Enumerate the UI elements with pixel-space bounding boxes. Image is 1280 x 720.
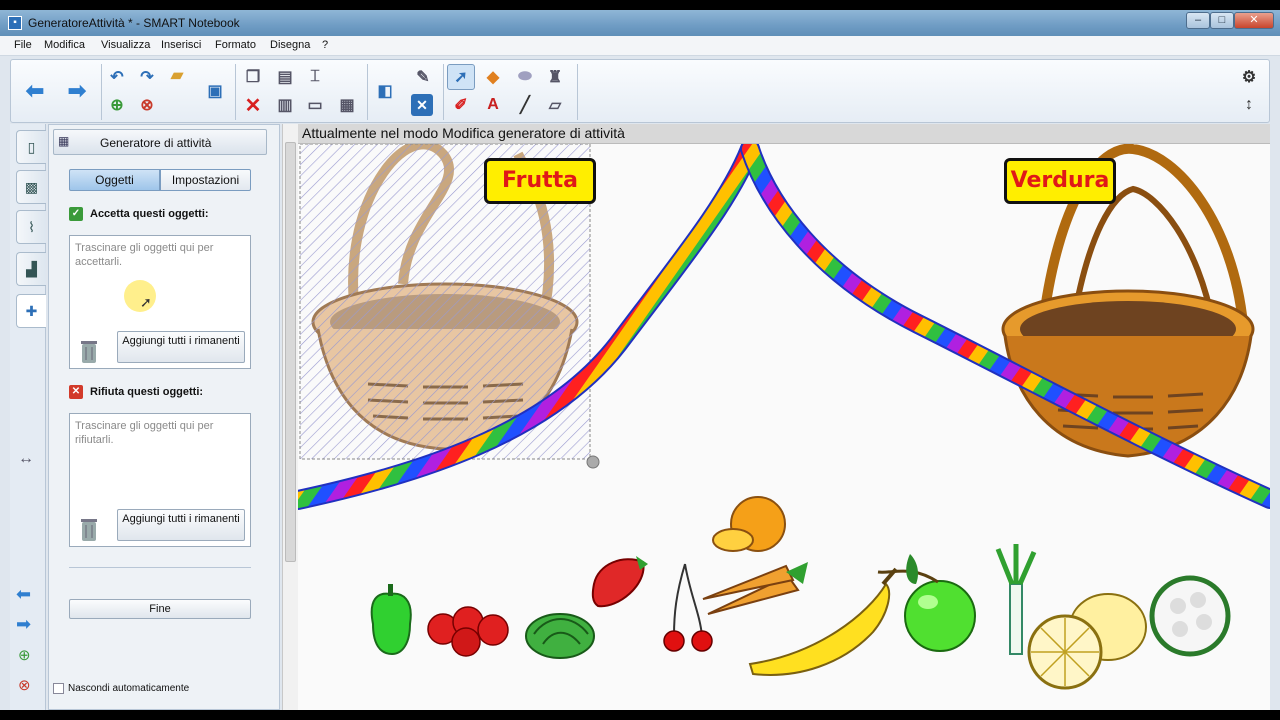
accept-placeholder: Trascinare gli oggetti qui per accettarl… (75, 242, 214, 268)
window-title: GeneratoreAttività * - SMART Notebook (28, 16, 240, 30)
lemon-icon[interactable] (1027, 593, 1147, 690)
text-icon[interactable]: A (479, 92, 507, 118)
page-sorter-icon[interactable]: ▯ (16, 130, 46, 164)
reject-placeholder: Trascinare gli oggetti qui per rifiutarl… (75, 420, 214, 446)
delete-page-icon[interactable]: ⊗ (133, 92, 161, 118)
accept-add-remaining-button[interactable]: Aggiungi tutti i rimanenti (117, 331, 245, 363)
trash-icon[interactable] (80, 340, 98, 364)
select-cursor-icon[interactable]: ➚ (447, 64, 475, 90)
resize-arrows-icon[interactable]: ↔ (18, 450, 34, 468)
lettuce-icon[interactable] (525, 613, 595, 659)
menu-modifica[interactable]: Modifica (44, 39, 85, 51)
document-camera-icon[interactable]: ▥ (271, 92, 299, 118)
cross-icon: ✕ (69, 385, 83, 399)
forward-arrow-icon[interactable]: ➡ (63, 78, 91, 104)
side-tabs: ▯ ▩ ⌇ ▟ ✚ ↔ ⬅ ➡ ⊕ ⊗ (10, 124, 46, 710)
apple-icon[interactable] (877, 554, 976, 652)
screen-capture-icon[interactable]: ▤ (271, 64, 299, 90)
tab-oggetti[interactable]: Oggetti (69, 169, 160, 191)
eraser-icon[interactable]: ⬬ (511, 64, 539, 90)
menu-help[interactable]: ? (322, 39, 328, 51)
mouse-cursor-icon: ➚ (140, 294, 152, 310)
next-page-icon[interactable]: ➡ (16, 614, 31, 635)
eraser-tool-icon[interactable]: ▱ (541, 92, 569, 118)
add-page-side-icon[interactable]: ⊕ (18, 646, 31, 664)
shapes-icon[interactable]: ◆ (479, 64, 507, 90)
move-toolbar-icon[interactable]: ↕ (1235, 92, 1263, 118)
app-window: ▪ GeneratoreAttività * - SMART Notebook … (0, 10, 1280, 710)
resize-handle[interactable] (586, 455, 600, 469)
reject-add-remaining-button[interactable]: Aggiungi tutti i rimanenti (117, 509, 245, 541)
mode-banner: Attualmente nel modo Modifica generatore… (298, 124, 1270, 144)
save-icon[interactable]: ◧ (371, 78, 399, 104)
addons-puzzle-icon[interactable]: ✚ (16, 294, 46, 328)
toolbar: ⬅ ➡ ↶ ↷ ▰ ⊕ ⊗ ▣ ❐ ▤ ⌶ ✕ ▥ ▭ ▦ ◧ ✎ ✕ ➚ ◆ … (10, 59, 1270, 123)
check-icon: ✓ (69, 207, 83, 221)
delete-page-side-icon[interactable]: ⊗ (18, 676, 31, 694)
title-bar: ▪ GeneratoreAttività * - SMART Notebook … (0, 10, 1280, 36)
redo-icon[interactable]: ↷ (133, 64, 161, 90)
gallery-icon[interactable]: ▩ (16, 170, 46, 204)
cauliflower-icon[interactable] (1149, 575, 1231, 657)
activity-builder-title: Generatore di attività (100, 136, 212, 150)
panel-scrollbar[interactable] (282, 124, 298, 710)
canvas-artwork (298, 144, 1270, 690)
vegetables-label[interactable]: Verdura (1004, 158, 1116, 204)
line-icon[interactable]: ╱ (511, 92, 539, 118)
finish-button[interactable]: Fine (69, 599, 251, 619)
minimize-button[interactable]: – (1186, 12, 1210, 29)
activity-builder-header[interactable]: ▦ Generatore di attività (53, 129, 267, 155)
menu-file[interactable]: File (14, 39, 32, 51)
tab-impostazioni[interactable]: Impostazioni (160, 169, 251, 191)
strawberry-icon[interactable] (591, 556, 648, 608)
menu-inserisci[interactable]: Inserisci (161, 39, 201, 51)
presentation-icon[interactable]: ▭ (301, 92, 329, 118)
notebook-icon: ▪ (8, 16, 22, 30)
menu-bar: File Modifica Visualizza Inserisci Forma… (0, 36, 1280, 56)
screen-shade-icon[interactable]: ⌶ (301, 64, 329, 90)
scroll-thumb[interactable] (285, 142, 296, 562)
reject-dropzone[interactable]: Trascinare gli oggetti qui per rifiutarl… (69, 413, 251, 547)
trash-icon[interactable] (80, 518, 98, 542)
autohide-label: Nascondi automaticamente (68, 683, 190, 694)
grid-icon: ▦ (58, 134, 70, 148)
fruit-label[interactable]: Frutta (484, 158, 596, 204)
notebook-canvas[interactable]: Attualmente nel modo Modifica generatore… (298, 124, 1270, 710)
bell-pepper-icon[interactable] (370, 584, 412, 656)
close-button[interactable]: ✕ (1234, 12, 1274, 29)
activity-builder-panel: ▦ Generatore di attività Oggetti Imposta… (48, 124, 280, 710)
back-arrow-icon[interactable]: ⬅ (21, 78, 49, 104)
accept-dropzone[interactable]: Trascinare gli oggetti qui per accettarl… (69, 235, 251, 369)
properties-icon[interactable]: ✕ (411, 94, 433, 116)
cherries-icon[interactable] (663, 563, 713, 652)
fill-icon[interactable]: ♜ (541, 64, 569, 90)
leek-icon[interactable] (995, 544, 1037, 655)
menu-formato[interactable]: Formato (215, 39, 256, 51)
maximize-button[interactable]: □ (1210, 12, 1234, 29)
accept-label: Accetta questi oggetti: (90, 208, 209, 220)
paste-icon[interactable]: ❐ (239, 64, 267, 90)
add-page-icon[interactable]: ⊕ (103, 92, 131, 118)
reject-label: Rifiuta questi oggetti: (90, 386, 204, 398)
attachments-icon[interactable]: ⌇ (16, 210, 46, 244)
delete-icon[interactable]: ✕ (239, 92, 267, 118)
carrots-icon[interactable] (702, 562, 808, 615)
open-folder-icon[interactable]: ▰ (163, 62, 191, 88)
tomatoes-icon[interactable] (427, 606, 509, 657)
prev-page-icon[interactable]: ⬅ (16, 584, 31, 605)
pens-icon[interactable]: ✐ (447, 92, 475, 118)
settings-gear-icon[interactable]: ⚙ (1235, 64, 1263, 90)
undo-icon[interactable]: ↶ (103, 64, 131, 90)
menu-disegna[interactable]: Disegna (270, 39, 310, 51)
menu-visualizza[interactable]: Visualizza (101, 39, 150, 51)
orange-icon[interactable] (712, 496, 786, 552)
display-icon[interactable]: ▣ (201, 78, 229, 104)
properties-tab-icon[interactable]: ▟ (16, 252, 46, 286)
autohide-option[interactable]: Nascondi automaticamente (53, 683, 189, 694)
magic-pen-icon[interactable]: ✎ (409, 64, 437, 90)
table-icon[interactable]: ▦ (333, 92, 361, 118)
autohide-checkbox[interactable] (53, 683, 64, 694)
